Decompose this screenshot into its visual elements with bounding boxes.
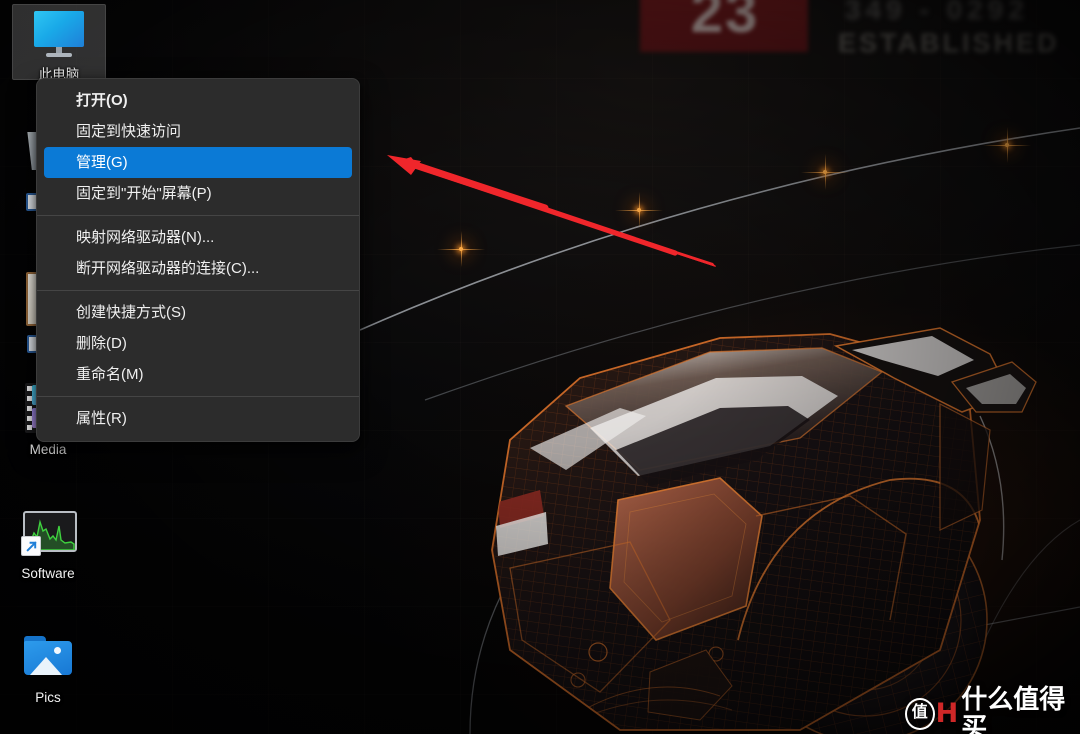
picture-folder-icon xyxy=(20,628,76,684)
desktop-icon-label: Pics xyxy=(35,690,61,705)
desktop-icon-pics[interactable]: Pics xyxy=(2,628,94,706)
watermark: 值 H 什么值得买 xyxy=(905,686,1080,734)
menu-item-pin-to-quick-access[interactable]: 固定到快速访问 xyxy=(37,116,359,147)
menu-item-open[interactable]: 打开(O) xyxy=(37,85,359,116)
menu-item-delete[interactable]: 删除(D) xyxy=(37,328,359,359)
menu-item-disconnect-network-drive[interactable]: 断开网络驱动器的连接(C)... xyxy=(37,253,359,284)
menu-item-pin-to-start[interactable]: 固定到"开始"屏幕(P) xyxy=(37,178,359,209)
watermark-text: 什么值得买 xyxy=(961,685,1066,734)
perf-monitor-icon xyxy=(20,504,77,560)
watermark-logo-icon: 值 xyxy=(905,698,935,730)
desktop-icon-label: Media xyxy=(29,442,67,457)
desktop-icon-software[interactable]: Software xyxy=(2,504,94,582)
menu-separator xyxy=(37,215,359,216)
menu-item-create-shortcut[interactable]: 创建快捷方式(S) xyxy=(37,297,359,328)
monitor-icon xyxy=(31,5,87,61)
menu-item-manage[interactable]: 管理(G) xyxy=(44,147,352,178)
desktop-icon-this-pc[interactable]: 此电脑 xyxy=(12,4,106,82)
menu-separator xyxy=(37,290,359,291)
menu-item-map-network-drive[interactable]: 映射网络驱动器(N)... xyxy=(37,222,359,253)
desktop[interactable]: 23 349 - 0292 ESTABLISHED xyxy=(0,0,1080,734)
watermark-red-mark: H xyxy=(935,698,959,729)
shortcut-arrow-badge-icon xyxy=(21,536,41,556)
menu-item-rename[interactable]: 重命名(M) xyxy=(37,359,359,390)
context-menu[interactable]: 打开(O) 固定到快速访问 管理(G) 固定到"开始"屏幕(P) 映射网络驱动器… xyxy=(36,78,360,442)
menu-separator xyxy=(37,396,359,397)
menu-item-properties[interactable]: 属性(R) xyxy=(37,403,359,434)
desktop-icon-label: Software xyxy=(21,566,75,581)
